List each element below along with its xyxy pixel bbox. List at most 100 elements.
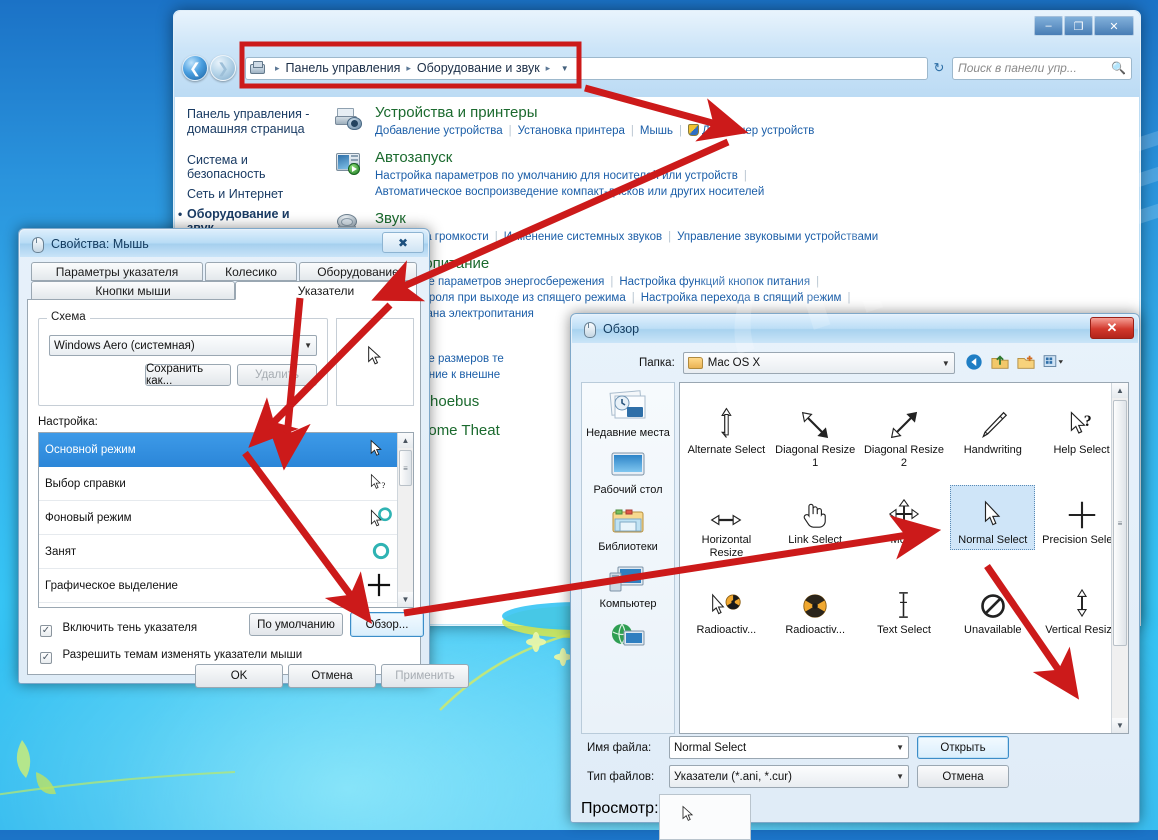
ok-button[interactable]: OK bbox=[195, 664, 283, 688]
category-title-power[interactable]: Электропитание bbox=[375, 254, 1133, 274]
tab-hardware[interactable]: Оборудование bbox=[299, 262, 417, 281]
cancel-button[interactable]: Отмена bbox=[917, 765, 1009, 788]
minimize-button[interactable]: – bbox=[1034, 16, 1063, 36]
place-computer[interactable]: Компьютер bbox=[582, 558, 674, 615]
close-button[interactable]: ✕ bbox=[1094, 16, 1134, 36]
file-item[interactable]: Diagonal Resize 2 bbox=[860, 389, 949, 479]
scroll-down-icon[interactable]: ▼ bbox=[398, 592, 413, 607]
place-network[interactable] bbox=[582, 615, 674, 659]
up-folder-icon[interactable] bbox=[991, 353, 1013, 373]
maximize-button[interactable]: ❐ bbox=[1064, 16, 1093, 36]
category-title-devices[interactable]: Устройства и принтеры bbox=[375, 103, 1133, 123]
place-libraries[interactable]: Библиотеки bbox=[582, 501, 674, 558]
file-item[interactable]: Alternate Select bbox=[682, 389, 771, 479]
close-button[interactable]: ✕ bbox=[1090, 317, 1134, 339]
tab-mouse-buttons[interactable]: Кнопки мыши bbox=[31, 281, 235, 300]
tab-wheel[interactable]: Колесико bbox=[205, 262, 297, 281]
refresh-icon[interactable]: ↻ bbox=[928, 60, 950, 76]
link-sound-devices[interactable]: Управление звуковыми устройствами bbox=[677, 231, 878, 243]
scrollbar-thumb[interactable]: ≡ bbox=[399, 450, 412, 486]
file-item[interactable]: Diagonal Resize 1 bbox=[771, 389, 860, 479]
tab-pointer-options[interactable]: Параметры указателя bbox=[31, 262, 203, 281]
file-item-selected[interactable]: Normal Select bbox=[948, 479, 1037, 569]
back-icon[interactable] bbox=[965, 353, 987, 373]
chevron-down-icon[interactable]: ▼ bbox=[896, 743, 904, 752]
link-autoplay-cd[interactable]: Автоматическое воспроизведение компакт-д… bbox=[375, 186, 764, 198]
breadcrumb-dropdown-icon[interactable]: ▼ bbox=[556, 64, 573, 73]
allow-themes-checkbox[interactable]: ✓ bbox=[40, 651, 52, 664]
file-grid[interactable]: Alternate Select Diagonal Resize 1 Diago… bbox=[679, 382, 1129, 734]
sidebar-item-home[interactable]: Панель управления - домашняя страница bbox=[187, 107, 318, 137]
cancel-button[interactable]: Отмена bbox=[288, 664, 376, 688]
file-item[interactable]: Horizontal Resize bbox=[682, 479, 771, 569]
file-item[interactable]: Radioactiv... bbox=[682, 569, 771, 646]
sidebar-item-system[interactable]: Система и безопасность bbox=[187, 150, 318, 184]
file-item[interactable]: Unavailable bbox=[948, 569, 1037, 646]
filetype-select[interactable]: Указатели (*.ani, *.cur) ▼ bbox=[669, 765, 909, 788]
list-item[interactable]: Занят bbox=[39, 535, 413, 569]
mouse-properties-dialog[interactable]: Свойства: Мышь ✖ Параметры указателя Кол… bbox=[18, 228, 469, 688]
list-item[interactable]: Графическое выделение bbox=[39, 569, 413, 603]
enable-shadow-row[interactable]: ✓ Включить тень указателя bbox=[40, 618, 197, 637]
tab-strip[interactable]: Параметры указателя Колесико Оборудовани… bbox=[27, 262, 421, 300]
file-item[interactable]: Move bbox=[860, 479, 949, 569]
file-item[interactable]: Text Select bbox=[860, 569, 949, 646]
scheme-select[interactable]: Windows Aero (системная) ▼ bbox=[49, 335, 317, 356]
file-label: Link Select bbox=[788, 534, 843, 546]
search-input[interactable]: Поиск в панели упр... 🔍 bbox=[952, 56, 1132, 80]
breadcrumb-item-0[interactable]: Панель управления bbox=[286, 61, 401, 75]
scroll-up-icon[interactable]: ▲ bbox=[398, 433, 413, 448]
category-title-autoplay[interactable]: Автозапуск bbox=[375, 148, 1133, 168]
back-arrow-icon[interactable]: ❮ bbox=[182, 55, 208, 81]
open-button[interactable]: Открыть bbox=[917, 736, 1009, 759]
new-folder-icon[interactable] bbox=[1017, 353, 1039, 373]
link-device-manager[interactable]: Диспетчер устройств bbox=[702, 125, 814, 137]
browse-dialog[interactable]: Обзор ✕ Папка: Mac OS X ▼ Недавние места… bbox=[570, 313, 1140, 840]
default-button[interactable]: По умолчанию bbox=[249, 613, 343, 636]
window-controls[interactable]: – ❐ ✕ bbox=[1034, 16, 1134, 36]
scrollbar-thumb[interactable]: ≡ bbox=[1113, 400, 1127, 646]
place-label: Рабочий стол bbox=[593, 484, 663, 496]
scroll-up-icon[interactable]: ▲ bbox=[1112, 383, 1128, 398]
browse-button[interactable]: Обзор... bbox=[350, 612, 424, 637]
folder-value: Mac OS X bbox=[707, 357, 761, 369]
category-title-sound[interactable]: Звук bbox=[375, 209, 1133, 229]
filename-input[interactable]: Normal Select ▼ bbox=[669, 736, 909, 759]
scroll-down-icon[interactable]: ▼ bbox=[1112, 718, 1128, 733]
sidebar-item-network[interactable]: Сеть и Интернет bbox=[187, 184, 318, 204]
link-sleep-transition[interactable]: Настройка перехода в спящий режим bbox=[641, 292, 842, 304]
save-scheme-button[interactable]: Сохранить как... bbox=[145, 363, 231, 387]
enable-shadow-checkbox[interactable]: ✓ bbox=[40, 624, 52, 637]
forward-arrow-icon[interactable]: ❯ bbox=[210, 55, 236, 81]
folder-select[interactable]: Mac OS X ▼ bbox=[682, 352, 955, 374]
close-button[interactable]: ✖ bbox=[382, 232, 424, 253]
link-autoplay-defaults[interactable]: Настройка параметров по умолчанию для но… bbox=[375, 170, 738, 182]
list-item[interactable]: Фоновый режим bbox=[39, 501, 413, 535]
places-bar[interactable]: Недавние места Рабочий стол Библиотеки К… bbox=[581, 382, 675, 734]
file-item[interactable]: Link Select bbox=[771, 479, 860, 569]
link-mouse[interactable]: Мышь bbox=[640, 125, 673, 137]
pointer-list[interactable]: Основной режим Выбор справки ? Фоновый р bbox=[38, 432, 414, 608]
navigation-bar[interactable]: ❮ ❯ ▸ Панель управления ▸ Оборудование и… bbox=[174, 51, 1140, 85]
browse-titlebar[interactable]: Обзор ✕ bbox=[572, 315, 1138, 343]
views-icon[interactable] bbox=[1043, 353, 1065, 373]
chevron-down-icon[interactable]: ▼ bbox=[896, 772, 904, 781]
text-select-cursor bbox=[864, 578, 945, 620]
place-desktop[interactable]: Рабочий стол bbox=[582, 444, 674, 501]
place-recent[interactable]: Недавние места bbox=[582, 383, 674, 444]
file-grid-scrollbar[interactable]: ▲ ≡ ▼ bbox=[1111, 383, 1128, 733]
list-item[interactable]: Выбор справки ? bbox=[39, 467, 413, 501]
file-item[interactable]: Handwriting bbox=[948, 389, 1037, 479]
breadcrumb[interactable]: ▸ Панель управления ▸ Оборудование и зву… bbox=[245, 56, 928, 80]
link-system-sounds[interactable]: Изменение системных звуков bbox=[504, 231, 662, 243]
allow-themes-row[interactable]: ✓ Разрешить темам изменять указатели мыш… bbox=[40, 645, 302, 664]
breadcrumb-item-1[interactable]: Оборудование и звук bbox=[417, 61, 540, 75]
pointer-list-scrollbar[interactable]: ▲ ≡ ▼ bbox=[397, 433, 413, 607]
file-item[interactable]: Radioactiv... bbox=[771, 569, 860, 646]
link-power-buttons[interactable]: Настройка функций кнопок питания bbox=[619, 276, 810, 288]
link-add-device[interactable]: Добавление устройства bbox=[375, 125, 503, 137]
tab-pointers[interactable]: Указатели bbox=[235, 281, 417, 300]
mouse-dialog-titlebar[interactable]: Свойства: Мышь ✖ bbox=[20, 230, 428, 257]
list-item[interactable]: Основной режим bbox=[39, 433, 413, 467]
link-install-printer[interactable]: Установка принтера bbox=[518, 125, 625, 137]
